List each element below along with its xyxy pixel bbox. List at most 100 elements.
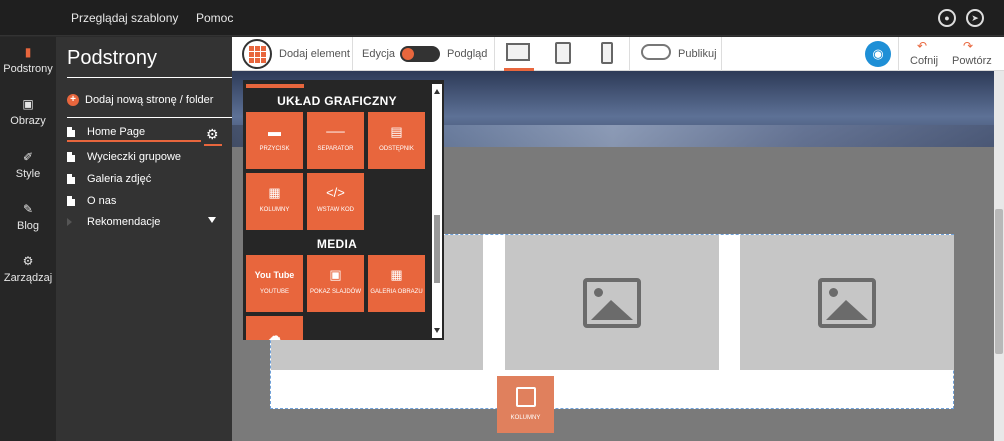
divider (898, 37, 899, 71)
page-item-galeria[interactable]: Galeria zdjęć (67, 173, 151, 185)
nav-label: Obrazy (10, 115, 46, 127)
undo-icon[interactable]: ↶ (917, 39, 927, 53)
page-label: Galeria zdjęć (87, 173, 152, 185)
user-icon[interactable]: ● (938, 9, 956, 27)
dragged-columns-tile[interactable]: KOLUMNY (497, 376, 554, 433)
code-icon: </> (326, 185, 345, 200)
redo-icon[interactable]: ↷ (963, 39, 973, 53)
page-label: Wycieczki grupowe (87, 151, 182, 163)
page-icon (67, 152, 75, 162)
plus-icon: + (67, 94, 79, 106)
edit-icon: ✎ (22, 202, 34, 216)
tile-label: ODSTĘPNIK (379, 146, 414, 152)
eye-icon[interactable]: ◉ (865, 41, 891, 67)
tile-youtube[interactable]: You Tube YOUTUBE (246, 255, 303, 312)
tile-label: WSTAW KOD (317, 207, 354, 213)
cloud-icon (641, 44, 671, 60)
divider (721, 37, 722, 71)
redo-button[interactable]: Powtórz (952, 55, 992, 67)
tile-label: SEPARATOR (317, 146, 354, 152)
page-icon (67, 127, 75, 137)
soundcloud-icon: ☁ (268, 328, 281, 340)
page-icon: ▮ (24, 45, 32, 59)
nav-label: Blog (16, 220, 40, 232)
tile-spacer[interactable]: ▤ ODSTĘPNIK (368, 112, 425, 169)
nav-item-obrazy[interactable]: ▣ Obrazy (0, 97, 56, 127)
scrollbar-thumb[interactable] (434, 215, 440, 283)
image-placeholder[interactable] (505, 235, 719, 370)
folder-expand-icon[interactable] (67, 218, 72, 226)
undo-button[interactable]: Cofnij (910, 55, 938, 67)
tile-button[interactable]: ▬ PRZYCISK (246, 112, 303, 169)
tile-soundcloud[interactable]: ☁ (246, 316, 303, 340)
nav-item-zarzadzaj[interactable]: ⚙ Zarządzaj (0, 254, 56, 284)
image-icon (583, 277, 641, 328)
add-element-grid-icon[interactable] (242, 39, 272, 69)
tile-separator[interactable]: ── SEPARATOR (307, 112, 364, 169)
panel-accent (246, 84, 304, 88)
scroll-up-icon[interactable] (434, 89, 440, 94)
add-element-button[interactable]: Dodaj element (279, 48, 350, 60)
sidebar-title: Podstrony (67, 47, 158, 69)
page-item-home[interactable]: Home Page (67, 126, 201, 142)
left-nav: ▮ Podstrony ▣ Obrazy ✐ Style ✎ Blog ⚙ Za… (0, 37, 56, 441)
mobile-view-icon[interactable] (601, 42, 613, 64)
separator-icon: ── (326, 124, 345, 139)
canvas-scrollbar[interactable] (994, 71, 1004, 441)
divider (352, 37, 353, 71)
scrollbar-thumb[interactable] (995, 209, 1003, 354)
drag-tile-label: KOLUMNY (510, 415, 541, 421)
add-page-label: Dodaj nową stronę / folder (85, 94, 214, 106)
section-title-layout: UKŁAD GRAFICZNY (277, 94, 397, 108)
page-item-o-nas[interactable]: O nas (67, 195, 116, 207)
gear-underline (204, 144, 222, 146)
nav-label: Podstrony (3, 63, 53, 75)
nav-label: Zarządzaj (3, 272, 53, 284)
nav-item-style[interactable]: ✐ Style (0, 150, 56, 180)
preview-mode-label: Podgląd (447, 48, 488, 60)
top-bar: Przeglądaj szablony Pomoc ● ➤ (0, 0, 1004, 36)
dropdown-arrow-icon[interactable] (208, 217, 216, 223)
spacer-icon: ▤ (390, 124, 403, 139)
nav-item-podstrony[interactable]: ▮ Podstrony (0, 45, 56, 75)
scroll-down-icon[interactable] (434, 328, 440, 333)
page-item-wycieczki[interactable]: Wycieczki grupowe (67, 151, 181, 163)
logout-icon[interactable]: ➤ (966, 9, 984, 27)
brush-icon: ✐ (22, 150, 34, 164)
tile-label: PRZYCISK (259, 146, 290, 152)
page-icon (67, 196, 75, 206)
add-page-button[interactable]: + Dodaj nową stronę / folder (67, 94, 213, 106)
columns-icon (515, 387, 536, 407)
edit-mode-label: Edycja (362, 48, 396, 60)
tile-label: GALERIA OBRAZU (370, 289, 423, 295)
gear-icon: ⚙ (22, 254, 34, 268)
columns-icon: ▦ (268, 185, 281, 200)
button-icon: ▬ (268, 124, 281, 139)
browse-templates-link[interactable]: Przeglądaj szablony (71, 11, 178, 25)
image-icon: ▣ (22, 97, 34, 111)
panel-scrollbar[interactable] (432, 84, 442, 338)
help-link[interactable]: Pomoc (196, 11, 233, 25)
page-settings-gear-icon[interactable]: ⚙ (206, 126, 219, 143)
tile-columns[interactable]: ▦ KOLUMNY (246, 173, 303, 230)
tile-label: KOLUMNY (259, 207, 290, 213)
page-label: O nas (87, 195, 117, 207)
slideshow-icon: ▣ (329, 267, 342, 282)
image-placeholder[interactable] (740, 235, 954, 370)
tile-slideshow[interactable]: ▣ POKAZ SLAJDÓW (307, 255, 364, 312)
pages-sidebar: Podstrony + Dodaj nową stronę / folder H… (56, 37, 278, 441)
publish-button[interactable]: Publikuj (678, 48, 717, 60)
divider (494, 37, 495, 71)
desktop-view-icon[interactable] (506, 43, 530, 61)
gallery-icon: ▦ (390, 267, 403, 282)
page-label: Home Page (87, 126, 146, 138)
tile-gallery[interactable]: ▦ GALERIA OBRAZU (368, 255, 425, 312)
page-item-rekomendacje[interactable]: Rekomendacje (87, 216, 160, 228)
tile-label: YOUTUBE (259, 289, 289, 295)
tile-embed-code[interactable]: </> WSTAW KOD (307, 173, 364, 230)
nav-item-blog[interactable]: ✎ Blog (0, 202, 56, 232)
tablet-view-icon[interactable] (555, 42, 571, 64)
youtube-icon: You Tube (254, 270, 295, 280)
nav-label: Style (15, 168, 41, 180)
edit-preview-toggle[interactable] (400, 46, 440, 62)
